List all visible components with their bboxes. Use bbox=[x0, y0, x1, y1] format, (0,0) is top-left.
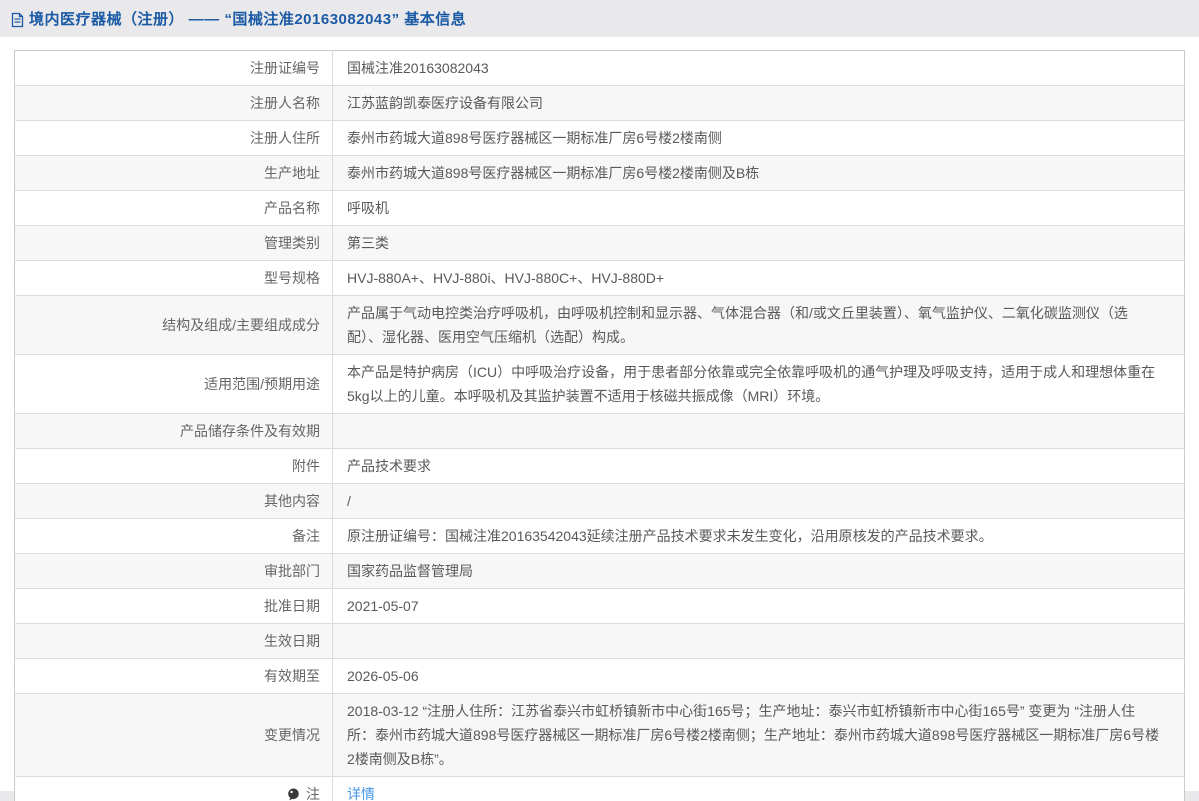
table-row: 批准日期2021-05-07 bbox=[15, 589, 1185, 624]
document-icon bbox=[10, 12, 25, 28]
table-row: 审批部门国家药品监督管理局 bbox=[15, 554, 1185, 589]
table-row: 变更情况2018-03-12 “注册人住所：江苏省泰兴市虹桥镇新市中心街165号… bbox=[15, 694, 1185, 777]
row-value: 详情 bbox=[333, 777, 1185, 801]
table-row: 其他内容/ bbox=[15, 484, 1185, 519]
row-value bbox=[333, 414, 1185, 449]
table-row: 有效期至2026-05-06 bbox=[15, 659, 1185, 694]
table-row: 备注原注册证编号：国械注准20163542043延续注册产品技术要求未发生变化，… bbox=[15, 519, 1185, 554]
row-value: 第三类 bbox=[333, 226, 1185, 261]
row-label: 注册人住所 bbox=[15, 121, 333, 156]
row-value: 呼吸机 bbox=[333, 191, 1185, 226]
page-header: 境内医疗器械（注册） —— “国械注准20163082043” 基本信息 bbox=[0, 0, 1199, 37]
row-value: 国械注准20163082043 bbox=[333, 51, 1185, 86]
comment-icon bbox=[287, 788, 300, 801]
row-value: 本产品是特护病房（ICU）中呼吸治疗设备，用于患者部分依靠或完全依靠呼吸机的通气… bbox=[333, 355, 1185, 414]
row-label: 管理类别 bbox=[15, 226, 333, 261]
row-label: 结构及组成/主要组成成分 bbox=[15, 296, 333, 355]
table-row: 产品储存条件及有效期 bbox=[15, 414, 1185, 449]
row-label: 附件 bbox=[15, 449, 333, 484]
table-row: 产品名称呼吸机 bbox=[15, 191, 1185, 226]
row-label: 产品储存条件及有效期 bbox=[15, 414, 333, 449]
row-label: 有效期至 bbox=[15, 659, 333, 694]
row-value: 国家药品监督管理局 bbox=[333, 554, 1185, 589]
table-row: 生效日期 bbox=[15, 624, 1185, 659]
row-label: 审批部门 bbox=[15, 554, 333, 589]
row-label: 生产地址 bbox=[15, 156, 333, 191]
row-label: 注册证编号 bbox=[15, 51, 333, 86]
table-row: 注册人住所泰州市药城大道898号医疗器械区一期标准厂房6号楼2楼南侧 bbox=[15, 121, 1185, 156]
table-row: 管理类别第三类 bbox=[15, 226, 1185, 261]
row-value: HVJ-880A+、HVJ-880i、HVJ-880C+、HVJ-880D+ bbox=[333, 261, 1185, 296]
row-label: 其他内容 bbox=[15, 484, 333, 519]
row-label: 生效日期 bbox=[15, 624, 333, 659]
row-value: 产品属于气动电控类治疗呼吸机，由呼吸机控制和显示器、气体混合器（和/或文丘里装置… bbox=[333, 296, 1185, 355]
row-value: 原注册证编号：国械注准20163542043延续注册产品技术要求未发生变化，沿用… bbox=[333, 519, 1185, 554]
table-row: 注册证编号国械注准20163082043 bbox=[15, 51, 1185, 86]
row-label: 型号规格 bbox=[15, 261, 333, 296]
row-label: 备注 bbox=[15, 519, 333, 554]
details-link[interactable]: 详情 bbox=[347, 786, 375, 801]
row-label: 产品名称 bbox=[15, 191, 333, 226]
row-label: 变更情况 bbox=[15, 694, 333, 777]
row-value: 2026-05-06 bbox=[333, 659, 1185, 694]
row-value: 泰州市药城大道898号医疗器械区一期标准厂房6号楼2楼南侧 bbox=[333, 121, 1185, 156]
table-row: 注册人名称江苏蓝韵凯泰医疗设备有限公司 bbox=[15, 86, 1185, 121]
row-label: 注 bbox=[15, 777, 333, 801]
row-value: / bbox=[333, 484, 1185, 519]
info-table-body: 注册证编号国械注准20163082043注册人名称江苏蓝韵凯泰医疗设备有限公司注… bbox=[15, 51, 1185, 801]
row-value: 2018-03-12 “注册人住所：江苏省泰兴市虹桥镇新市中心街165号；生产地… bbox=[333, 694, 1185, 777]
page-title: 境内医疗器械（注册） —— “国械注准20163082043” 基本信息 bbox=[29, 8, 466, 29]
row-label: 批准日期 bbox=[15, 589, 333, 624]
registration-info-table: 注册证编号国械注准20163082043注册人名称江苏蓝韵凯泰医疗设备有限公司注… bbox=[14, 50, 1185, 801]
table-row: 结构及组成/主要组成成分产品属于气动电控类治疗呼吸机，由呼吸机控制和显示器、气体… bbox=[15, 296, 1185, 355]
row-value: 江苏蓝韵凯泰医疗设备有限公司 bbox=[333, 86, 1185, 121]
row-label: 注册人名称 bbox=[15, 86, 333, 121]
table-row: 附件产品技术要求 bbox=[15, 449, 1185, 484]
row-value bbox=[333, 624, 1185, 659]
row-value: 产品技术要求 bbox=[333, 449, 1185, 484]
table-row: 型号规格HVJ-880A+、HVJ-880i、HVJ-880C+、HVJ-880… bbox=[15, 261, 1185, 296]
row-label: 适用范围/预期用途 bbox=[15, 355, 333, 414]
row-value: 泰州市药城大道898号医疗器械区一期标准厂房6号楼2楼南侧及B栋 bbox=[333, 156, 1185, 191]
table-row: 注详情 bbox=[15, 777, 1185, 801]
table-row: 生产地址泰州市药城大道898号医疗器械区一期标准厂房6号楼2楼南侧及B栋 bbox=[15, 156, 1185, 191]
table-row: 适用范围/预期用途本产品是特护病房（ICU）中呼吸治疗设备，用于患者部分依靠或完… bbox=[15, 355, 1185, 414]
row-value: 2021-05-07 bbox=[333, 589, 1185, 624]
content-panel: 注册证编号国械注准20163082043注册人名称江苏蓝韵凯泰医疗设备有限公司注… bbox=[0, 37, 1199, 791]
